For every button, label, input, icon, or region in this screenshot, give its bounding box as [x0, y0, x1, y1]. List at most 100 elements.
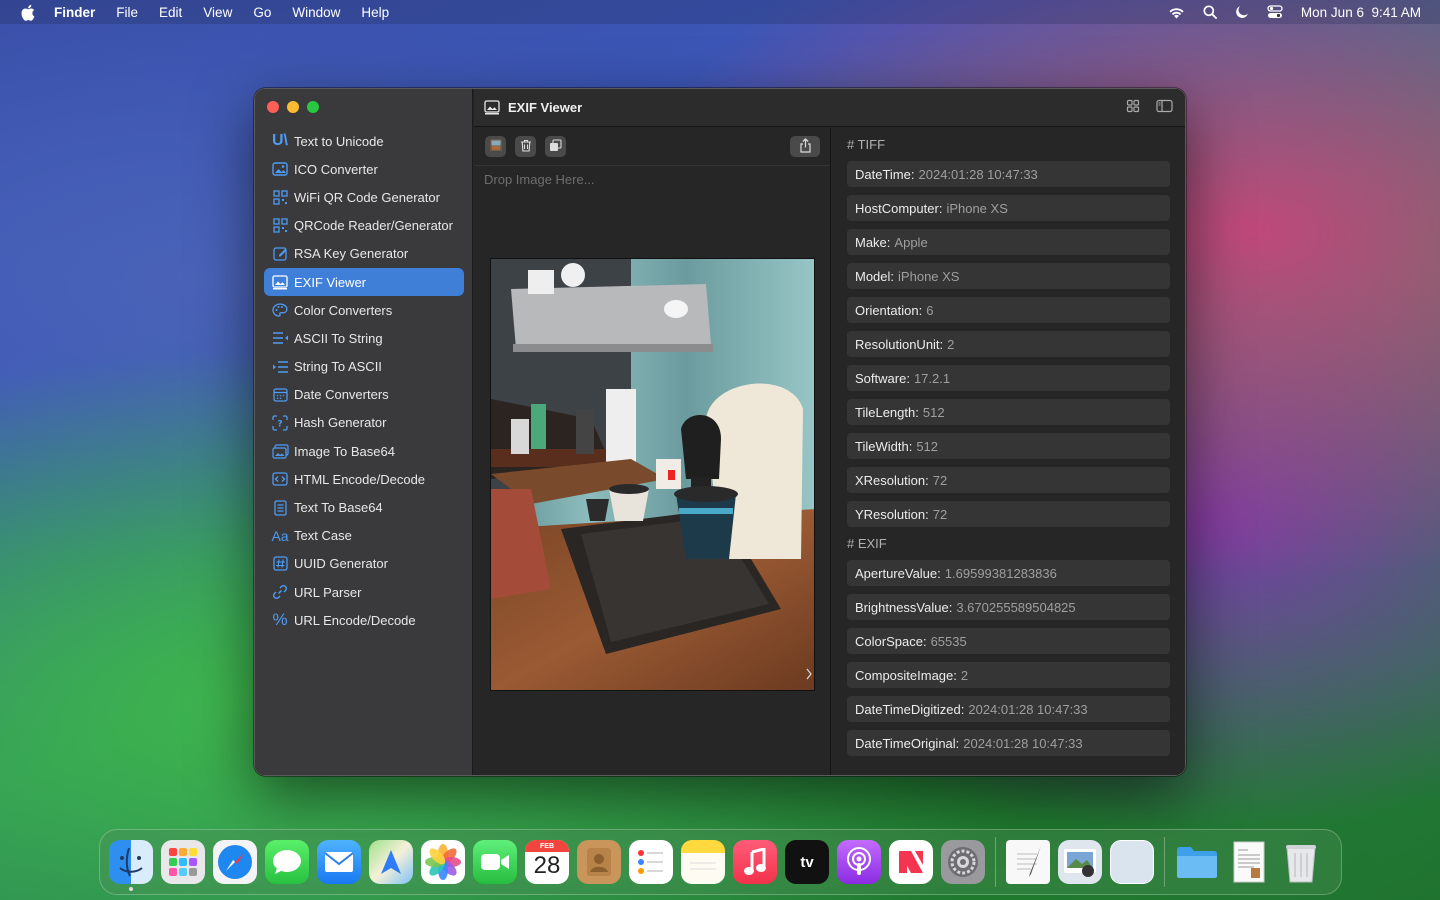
- dock-folder-icon[interactable]: [1175, 840, 1219, 884]
- menu-view[interactable]: View: [203, 5, 232, 20]
- dock-document-icon[interactable]: [1227, 840, 1271, 884]
- section-heading-exif: # EXIF: [847, 536, 887, 551]
- exif-row[interactable]: ApertureValue:1.69599381283836: [847, 560, 1170, 586]
- exif-row[interactable]: Software:17.2.1: [847, 365, 1170, 391]
- dock-tv-icon[interactable]: tv: [785, 840, 829, 884]
- exif-key: ColorSpace: [855, 633, 923, 649]
- menu-go[interactable]: Go: [253, 5, 271, 20]
- copy-button[interactable]: [545, 136, 566, 157]
- menubar-clock[interactable]: Mon Jun 6 9:41 AM: [1301, 5, 1421, 20]
- exif-row[interactable]: YResolution:72: [847, 501, 1170, 527]
- grid-view-icon[interactable]: [1126, 99, 1140, 116]
- dock-messages-icon[interactable]: [265, 840, 309, 884]
- code-icon: [271, 470, 289, 488]
- dock-maps-icon[interactable]: [369, 840, 413, 884]
- dock-system-settings-icon[interactable]: [941, 840, 985, 884]
- dock-contacts-icon[interactable]: [577, 840, 621, 884]
- exif-row[interactable]: XResolution:72: [847, 467, 1170, 493]
- sidebar-item-url-encode-decode[interactable]: % URL Encode/Decode: [264, 606, 464, 634]
- exif-row[interactable]: ResolutionUnit:2: [847, 331, 1170, 357]
- dock-music-icon[interactable]: [733, 840, 777, 884]
- exif-row[interactable]: TileWidth:512: [847, 433, 1170, 459]
- exif-row[interactable]: DateTimeDigitized:2024:01:28 10:47:33: [847, 696, 1170, 722]
- exif-row[interactable]: ColorSpace:65535: [847, 628, 1170, 654]
- dock-facetime-icon[interactable]: [473, 840, 517, 884]
- sidebar-toggle-icon[interactable]: [1156, 99, 1173, 116]
- exif-row[interactable]: Orientation:6: [847, 297, 1170, 323]
- share-button[interactable]: [790, 136, 820, 157]
- exif-photo-preview[interactable]: [490, 258, 815, 691]
- delete-button[interactable]: [515, 136, 536, 157]
- exif-row[interactable]: Make: Apple: [847, 229, 1170, 255]
- dock-trash-icon[interactable]: [1279, 840, 1323, 884]
- menu-help[interactable]: Help: [361, 5, 389, 20]
- key-separator: :: [925, 472, 929, 488]
- sidebar-item-ico-converter[interactable]: ICO Converter: [264, 155, 464, 183]
- exif-value: 72: [932, 472, 948, 488]
- sidebar-item-date-converters[interactable]: Date Converters: [264, 381, 464, 409]
- exif-value: iPhone XS: [946, 200, 1008, 216]
- sidebar-item-uuid-generator[interactable]: UUID Generator: [264, 550, 464, 578]
- open-image-button[interactable]: [485, 136, 506, 157]
- exif-key: TileWidth: [855, 438, 909, 454]
- exif-key: Software: [855, 370, 907, 386]
- menu-window[interactable]: Window: [292, 5, 340, 20]
- spotlight-search-icon[interactable]: [1203, 5, 1217, 19]
- sidebar-item-text-to-base64[interactable]: Text To Base64: [264, 493, 464, 521]
- sidebar-item-hash-generator[interactable]: ? Hash Generator: [264, 409, 464, 437]
- dock-mail-icon[interactable]: [317, 840, 361, 884]
- dock-textedit-icon[interactable]: [1006, 840, 1050, 884]
- dock-launchpad-icon[interactable]: [161, 840, 205, 884]
- qrcode-icon: [271, 217, 289, 235]
- sidebar-item-image-to-base64[interactable]: Image To Base64: [264, 437, 464, 465]
- dock-blank-app-icon[interactable]: [1110, 840, 1154, 884]
- sidebar-item-color-converters[interactable]: Color Converters: [264, 296, 464, 324]
- dock-calendar-icon[interactable]: FEB 28: [525, 840, 569, 884]
- sidebar-item-text-case[interactable]: Aa Text Case: [264, 522, 464, 550]
- minimize-window-button[interactable]: [287, 101, 299, 113]
- sidebar-item-exif-viewer[interactable]: EXIF Viewer: [264, 267, 464, 297]
- exif-row[interactable]: CompositeImage:2: [847, 662, 1170, 688]
- exif-key: XResolution: [855, 472, 926, 488]
- control-center-icon[interactable]: [1267, 5, 1283, 19]
- dock-finder-icon[interactable]: [109, 840, 153, 891]
- close-window-button[interactable]: [267, 101, 279, 113]
- sidebar-item-label: Date Converters: [294, 387, 389, 403]
- exif-value: 65535: [930, 633, 967, 649]
- zoom-window-button[interactable]: [307, 101, 319, 113]
- sidebar-item-rsa-key-generator[interactable]: RSA Key Generator: [264, 240, 464, 268]
- list-arrow-right-icon: [271, 358, 289, 376]
- dock-photos-icon[interactable]: [421, 840, 465, 884]
- sidebar-item-wifi-qr-code-generator[interactable]: WiFi QR Code Generator: [264, 183, 464, 211]
- exif-row[interactable]: TileLength:512: [847, 399, 1170, 425]
- focus-moon-icon[interactable]: [1235, 5, 1249, 19]
- sidebar-item-label: WiFi QR Code Generator: [294, 189, 440, 205]
- apple-menu-icon[interactable]: [20, 4, 38, 21]
- wifi-icon[interactable]: [1168, 6, 1185, 19]
- sidebar-item-qrcode-reader-generator[interactable]: QRCode Reader/Generator: [264, 212, 464, 240]
- key-separator: :: [922, 633, 927, 649]
- menu-file[interactable]: File: [116, 5, 138, 20]
- sidebar-item-html-encode-decode[interactable]: HTML Encode/Decode: [264, 465, 464, 493]
- dock-preview-icon[interactable]: [1058, 840, 1102, 884]
- exif-row[interactable]: DateTimeOriginal:2024:01:28 10:47:33: [847, 730, 1170, 756]
- dock-podcasts-icon[interactable]: [837, 840, 881, 884]
- exif-value: 72: [932, 506, 948, 522]
- exif-row[interactable]: HostComputer: iPhone XS: [847, 195, 1170, 221]
- sidebar-item-ascii-to-string[interactable]: ASCII To String: [264, 324, 464, 352]
- sidebar-item-label: Image To Base64: [294, 443, 395, 459]
- exif-row[interactable]: BrightnessValue:3.670255589504825: [847, 594, 1170, 620]
- sidebar-item-string-to-ascii[interactable]: String To ASCII: [264, 353, 464, 381]
- sidebar-item-url-parser[interactable]: URL Parser: [264, 578, 464, 606]
- sidebar-item-text-to-unicode[interactable]: U\ Text to Unicode: [264, 127, 464, 155]
- palette-icon: [271, 301, 289, 319]
- exif-row[interactable]: Model: iPhone XS: [847, 263, 1170, 289]
- dock-safari-icon[interactable]: [213, 840, 257, 884]
- dock-news-icon[interactable]: [889, 840, 933, 884]
- menu-edit[interactable]: Edit: [159, 5, 182, 20]
- exif-key: ResolutionUnit: [855, 336, 940, 352]
- menu-app-name[interactable]: Finder: [54, 5, 95, 20]
- dock-notes-icon[interactable]: [681, 840, 725, 884]
- dock-reminders-icon[interactable]: [629, 840, 673, 884]
- exif-row[interactable]: DateTime:2024:01:28 10:47:33: [847, 161, 1170, 187]
